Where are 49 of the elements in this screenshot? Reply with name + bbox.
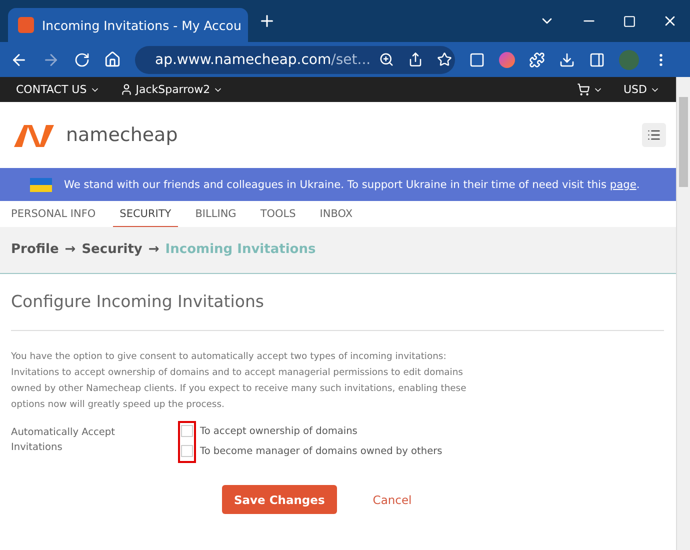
breadcrumb-separator: → <box>64 242 76 256</box>
account-tab[interactable]: PERSONAL INFO <box>4 201 103 227</box>
maximize-icon[interactable] <box>623 14 636 28</box>
page-link[interactable]: page <box>610 178 636 190</box>
checkbox[interactable] <box>181 425 193 437</box>
description-text: You have the option to give consent to automatically accept two types of incoming invitations: Invitations to accept ownership of domains and to accept managerial permissions to edit domains owned by other Namecheap clients. If you expect to receive many such invitations, enabling these options now will greatly speed up the process. <box>11 350 468 412</box>
puzzle-icon[interactable] <box>529 52 545 68</box>
menu-button[interactable] <box>642 123 666 147</box>
browser-tab[interactable]: Incoming Invitations - My Accou <box>8 8 248 42</box>
account-tab[interactable]: BILLING <box>188 201 244 227</box>
star-icon[interactable] <box>436 52 452 67</box>
new-tab-icon[interactable] <box>258 12 276 30</box>
flag-icon <box>30 178 52 192</box>
screenshot-icon[interactable] <box>469 52 485 68</box>
page-heading: Configure Incoming Invitations <box>11 274 664 331</box>
cancel-link[interactable]: Cancel <box>372 492 412 506</box>
checkbox[interactable] <box>181 445 193 457</box>
setting-label: Automatically Accept Invitations <box>11 426 116 455</box>
currency-menu[interactable]: USD <box>623 83 660 96</box>
breadcrumb-separator: → <box>148 242 160 256</box>
banner-text: We stand with our friends and colleagues in Ukraine. To support Ukraine in their time of need visit this page. <box>64 178 640 190</box>
save-button[interactable]: Save Changes <box>222 485 337 514</box>
account-tab[interactable]: INBOX <box>312 201 360 227</box>
breadcrumb-item[interactable]: Profile <box>11 242 59 256</box>
user-menu[interactable]: JackSparrow2 <box>120 83 224 96</box>
address-bar[interactable]: ap.www.namecheap.com/set... <box>135 46 455 74</box>
option-label: To accept ownership of domains <box>200 426 358 436</box>
sidebar-icon[interactable] <box>589 52 605 68</box>
option-label: To become manager of domains owned by others <box>200 446 442 456</box>
share-icon[interactable] <box>408 52 423 67</box>
logo-text: namecheap <box>66 124 178 146</box>
user-icon <box>120 83 133 96</box>
cart-icon <box>577 83 590 96</box>
cart-menu[interactable] <box>577 83 604 96</box>
account-tab[interactable]: TOOLS <box>253 201 303 227</box>
breadcrumb-item[interactable]: Security <box>82 242 142 256</box>
account-tab[interactable]: SECURITY <box>112 201 178 227</box>
home-icon[interactable] <box>104 51 121 68</box>
site-logo-icon <box>18 17 34 33</box>
reload-icon[interactable] <box>74 52 90 68</box>
highlight-box <box>178 421 196 463</box>
download-icon[interactable] <box>559 52 575 68</box>
zoom-icon[interactable] <box>378 52 394 67</box>
tab-title: Incoming Invitations - My Accou <box>42 18 242 32</box>
breadcrumb-item: Incoming Invitations <box>165 242 316 256</box>
contact-menu[interactable]: CONTACT US <box>16 83 100 96</box>
list-icon <box>647 128 661 142</box>
url-text: ap.www.namecheap.com/set... <box>155 52 371 68</box>
scrollbar-thumb[interactable] <box>679 97 688 187</box>
